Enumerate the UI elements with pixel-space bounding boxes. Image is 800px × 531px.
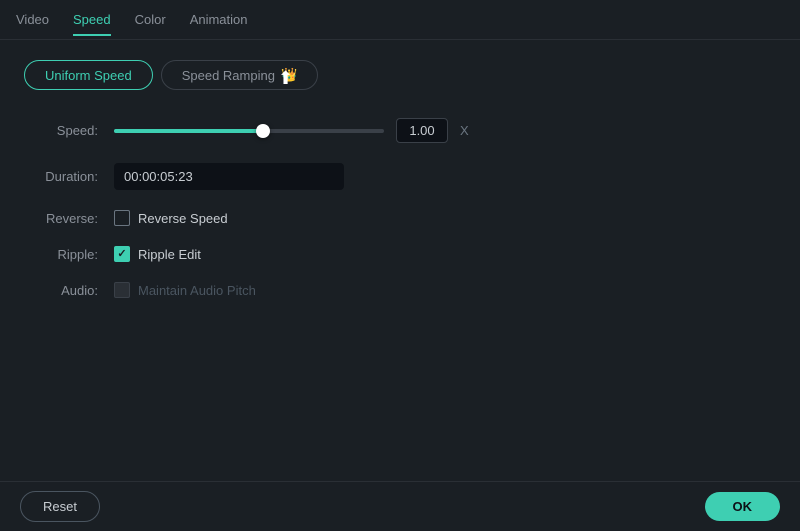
speed-slider-fill — [114, 129, 263, 133]
uniform-speed-button[interactable]: Uniform Speed — [24, 60, 153, 90]
ripple-checkbox-label[interactable]: Ripple Edit — [138, 247, 201, 262]
duration-input[interactable] — [114, 163, 344, 190]
speed-slider-thumb[interactable] — [256, 124, 270, 138]
form-section: Speed: X Duration: Reverse: — [24, 118, 776, 298]
reverse-checkbox-row: Reverse Speed — [114, 210, 228, 226]
content-area: Uniform Speed Speed Ramping 👑 Speed: X — [0, 40, 800, 318]
duration-row: Duration: — [24, 163, 776, 190]
speed-unit-label: X — [460, 123, 469, 138]
reverse-label: Reverse: — [24, 211, 114, 226]
mode-toggle-row: Uniform Speed Speed Ramping 👑 — [24, 60, 776, 90]
speed-slider-container: X — [114, 118, 469, 143]
duration-label: Duration: — [24, 169, 114, 184]
audio-checkbox-row: Maintain Audio Pitch — [114, 282, 256, 298]
speed-ramping-label: Speed Ramping — [182, 68, 275, 83]
audio-checkbox[interactable] — [114, 282, 130, 298]
tab-video[interactable]: Video — [16, 8, 49, 31]
reverse-checkbox-label[interactable]: Reverse Speed — [138, 211, 228, 226]
crown-icon: 👑 — [281, 67, 297, 83]
tab-animation[interactable]: Animation — [190, 8, 248, 31]
ripple-label: Ripple: — [24, 247, 114, 262]
ok-button[interactable]: OK — [705, 492, 781, 521]
ripple-row: Ripple: Ripple Edit — [24, 246, 776, 262]
tab-color[interactable]: Color — [135, 8, 166, 31]
audio-checkbox-label: Maintain Audio Pitch — [138, 283, 256, 298]
audio-label: Audio: — [24, 283, 114, 298]
reverse-checkbox[interactable] — [114, 210, 130, 226]
speed-label: Speed: — [24, 123, 114, 138]
bottom-bar: Reset OK — [0, 481, 800, 531]
reverse-row: Reverse: Reverse Speed — [24, 210, 776, 226]
speed-row: Speed: X — [24, 118, 776, 143]
speed-ramping-button[interactable]: Speed Ramping 👑 — [161, 60, 318, 90]
ripple-checkbox[interactable] — [114, 246, 130, 262]
ripple-checkbox-row: Ripple Edit — [114, 246, 201, 262]
speed-slider-track[interactable] — [114, 129, 384, 133]
tab-speed[interactable]: Speed — [73, 8, 111, 31]
top-tab-bar: Video Speed Color Animation — [0, 0, 800, 40]
reset-button[interactable]: Reset — [20, 491, 100, 522]
audio-row: Audio: Maintain Audio Pitch — [24, 282, 776, 298]
speed-value-input[interactable] — [396, 118, 448, 143]
